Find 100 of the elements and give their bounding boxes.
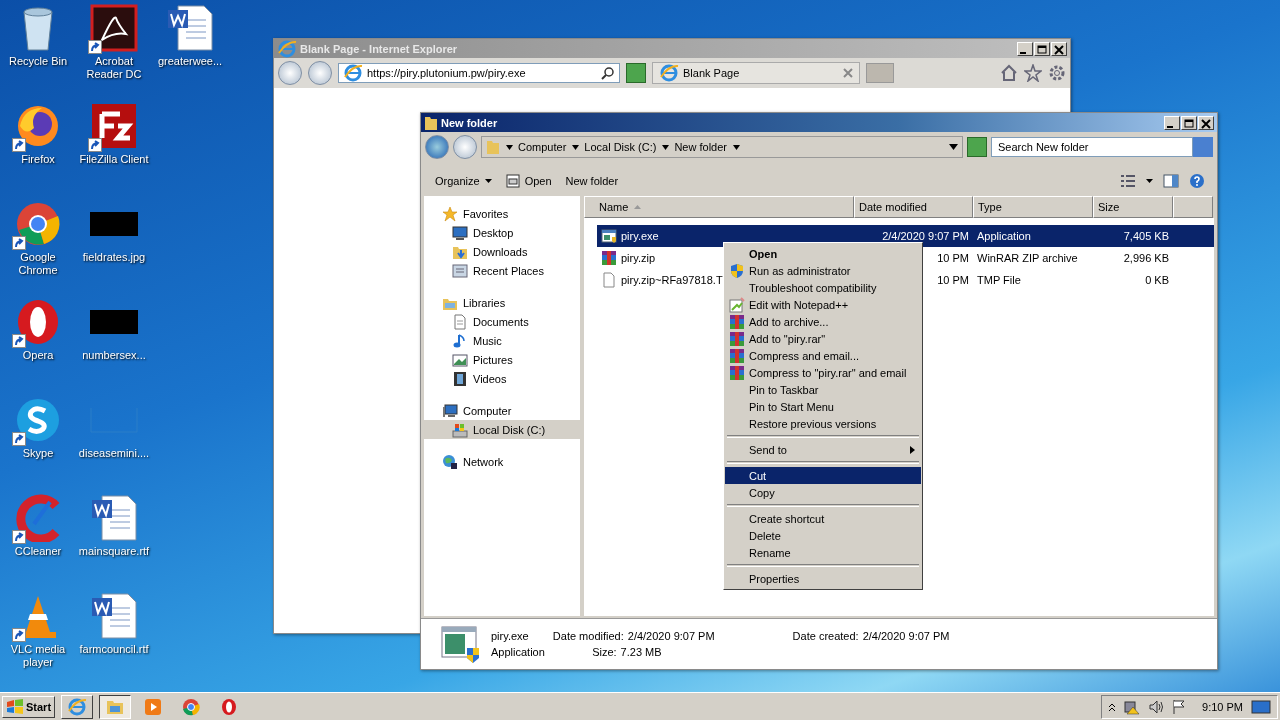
breadcrumb-item[interactable]: Computer [506,141,567,153]
desktop-icon-label[interactable]: Google Chrome [0,251,76,277]
star-icon [1024,64,1042,82]
nav-item[interactable]: Libraries [424,293,580,312]
nav-item[interactable]: Pictures [424,350,580,369]
desktop-icon-label[interactable]: diseasemini.... [76,447,152,460]
menu-item[interactable]: Delete [725,527,921,544]
desktop-icon-label[interactable]: greaterwee... [152,55,228,68]
menu-item[interactable]: Copy [725,484,921,501]
address-bar[interactable]: Computer Local Disk (C:) New folder [481,136,963,158]
menu-item[interactable]: Properties [725,570,921,587]
desktop-icon-label[interactable]: Recycle Bin [0,55,76,68]
nav-item[interactable]: Desktop [424,223,580,242]
archive-books-icon [729,364,745,381]
column-header[interactable]: Date modified [854,196,973,218]
desktop-icon-label[interactable]: fieldrates.jpg [76,251,152,264]
menu-item[interactable]: Add to archive... [725,313,921,330]
menu-item[interactable]: Compress and email... [725,347,921,364]
maximize-icon [1184,118,1194,129]
forward-button[interactable] [453,135,477,159]
toolbar-button[interactable]: Organize [433,175,494,187]
nav-item[interactable]: Music [424,331,580,350]
desktop-icon-label[interactable]: Opera [0,349,76,362]
maximize-button[interactable] [1034,41,1050,56]
dropdown-caret-icon [949,144,958,150]
archive-books-icon [601,250,617,266]
menu-item[interactable]: Rename [725,544,921,561]
menu-item[interactable]: Create shortcut [725,510,921,527]
menu-item[interactable]: Send to [725,441,921,458]
nav-item[interactable]: Recent Places [424,261,580,280]
detail-value: 2/4/2020 9:07 PM [627,630,715,642]
menu-item[interactable]: Pin to Start Menu [725,398,921,415]
menu-item[interactable]: Run as administrator [725,262,921,279]
archive-books-icon [729,347,745,364]
menu-item[interactable]: Cut [725,467,921,484]
toolbar-button[interactable]: Open [503,174,554,188]
application-icon [601,228,617,244]
menu-item[interactable]: Pin to Taskbar [725,381,921,398]
minimize-button[interactable] [1017,41,1033,56]
desktop-icon-label[interactable]: Acrobat Reader DC [76,55,152,81]
back-button[interactable] [425,135,449,159]
desktop-icon-label[interactable]: mainsquare.rtf [76,545,152,558]
menu-item[interactable]: Open [725,245,921,262]
clock-time: 9:10 PM [1202,700,1243,713]
recent-places-icon [452,262,468,279]
nav-item[interactable]: Computer [424,401,580,420]
breadcrumb-item[interactable]: Local Disk (C:) [572,141,657,153]
address-field[interactable]: https://piry.plutonium.pw/piry.exe [367,67,597,79]
minimize-button[interactable] [1164,115,1180,130]
column-header[interactable]: Size [1093,196,1173,218]
menu-item[interactable]: Troubleshoot compatibility [725,279,921,296]
desktop-icon-label[interactable]: CCleaner [0,545,76,558]
detail-value: 2/4/2020 9:07 PM [862,630,950,642]
toolbar-button[interactable]: New folder [563,175,621,187]
close-button[interactable] [1198,115,1214,130]
nav-item[interactable]: Local Disk (C:) [424,420,580,439]
view-options-icon [1120,174,1136,188]
browser-e-icon [277,38,297,59]
desktop-icon-label[interactable]: VLC media player [0,643,76,669]
search-field[interactable]: Search New folder [991,137,1193,157]
nav-item[interactable]: Favorites [424,204,580,223]
nav-item[interactable]: Downloads [424,242,580,261]
browser-tab[interactable]: Blank Page [652,62,860,84]
taskbar-button[interactable] [99,694,132,719]
desktop-icon-label[interactable]: Firefox [0,153,76,166]
menu-item[interactable]: Compress to "piry.rar" and email [725,364,921,381]
shield-icon [729,262,745,279]
nav-item[interactable]: Documents [424,312,580,331]
folder-icon [486,139,500,155]
desktop-icon-label[interactable]: FileZilla Client [76,153,152,166]
forward-button[interactable] [308,61,332,85]
monitor-icon [452,224,468,241]
caret-icon [1146,179,1153,183]
back-button[interactable] [278,61,302,85]
breadcrumb-item[interactable]: New folder [662,141,727,153]
desktop-icon-label[interactable]: Skype [0,447,76,460]
refresh-button[interactable] [626,63,646,83]
menu-item[interactable]: Edit with Notepad++ [725,296,921,313]
refresh-button[interactable] [967,137,987,157]
desktop-icon-label[interactable]: numbersex... [76,349,152,362]
menu-item[interactable]: Add to "piry.rar" [725,330,921,347]
type-cell-text: Application [976,230,1032,242]
ftp-app-icon [90,102,138,150]
address-bar[interactable]: https://piry.plutonium.pw/piry.exe [338,63,620,83]
new-tab-button[interactable] [866,63,894,83]
file-name[interactable]: piry.zip [621,252,656,264]
maximize-button[interactable] [1181,115,1197,130]
chat-logo-icon [14,396,62,444]
menu-item[interactable]: Restore previous versions [725,415,921,432]
file-name[interactable]: piry.zip~RFa97818.T [621,274,723,286]
home-icon [1000,64,1018,82]
column-header[interactable]: Name [584,196,854,218]
close-button[interactable] [1051,41,1067,56]
column-header[interactable]: Type [973,196,1093,218]
start-button[interactable]: Start [2,695,56,718]
nav-item[interactable]: Videos [424,369,580,388]
computer-icon [442,402,458,419]
nav-item[interactable]: Network [424,452,580,471]
file-row[interactable]: piry.exe 2/4/2020 9:07 PM Application 7,405 KB [597,225,1214,247]
detail-label: Size: [592,646,617,658]
